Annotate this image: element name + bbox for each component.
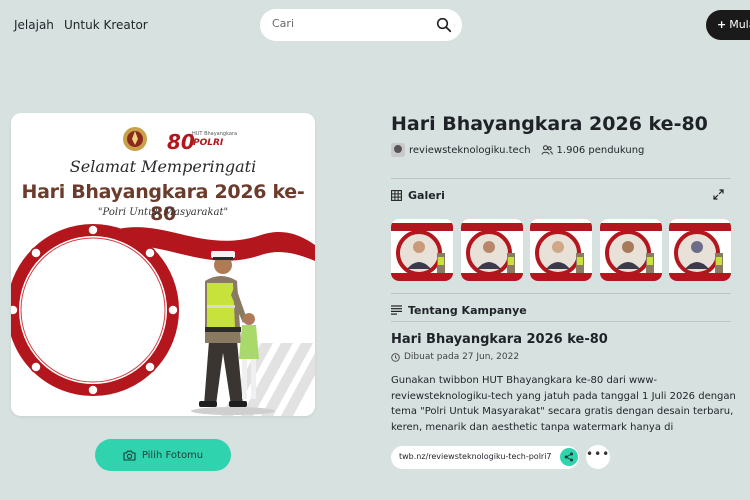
share-link[interactable]: twb.nz/reviewsteknologiku-tech-polri7	[391, 446, 579, 469]
creator-row: reviewsteknologiku.tech 1.906 pendukung	[391, 142, 644, 158]
people-icon	[541, 145, 553, 155]
nav-explore-link[interactable]: Jelajah	[14, 18, 54, 32]
share-icon	[564, 452, 573, 462]
gallery-heading-label: Galeri	[408, 188, 445, 202]
clock-icon	[391, 352, 400, 362]
camera-icon	[123, 450, 136, 461]
svg-text:80: 80	[167, 130, 195, 154]
svg-text:POLRI: POLRI	[193, 138, 224, 148]
created-date: Dibuat pada 27 Jun, 2022	[404, 352, 520, 362]
campaign-title: Hari Bhayangkara 2026 ke-80	[391, 113, 708, 135]
divider	[391, 293, 731, 294]
twibbon-preview: 80 HUT Bhayangkara POLRI Selamat Memperi…	[11, 113, 315, 416]
more-options-button[interactable]: •••	[586, 445, 610, 469]
search-input[interactable]	[272, 17, 422, 30]
gallery-thumbnail[interactable]	[530, 219, 592, 281]
about-heading-label: Tentang Kampanye	[408, 303, 527, 317]
text-lines-icon	[391, 305, 402, 315]
twibbon-slogan: "Polri Untuk Masyarakat"	[97, 207, 229, 218]
choose-photo-label: Pilih Fotomu	[141, 449, 204, 461]
twibbon-title: Hari Bhayangkara 2026 ke-80	[21, 181, 305, 225]
grid-icon	[391, 189, 402, 201]
gallery-thumbnail[interactable]	[391, 219, 453, 281]
gallery-thumbnail[interactable]	[599, 219, 662, 281]
more-icon: •••	[586, 447, 611, 461]
divider	[391, 178, 731, 179]
created-date-row: Dibuat pada 27 Jun, 2022	[391, 352, 519, 362]
polri-badge-logo	[123, 127, 147, 151]
gallery-thumbnail[interactable]	[460, 219, 523, 281]
anniversary-logo: 80 HUT Bhayangkara POLRI	[167, 130, 237, 154]
divider	[391, 321, 731, 322]
supporter-count: 1.906 pendukung	[556, 144, 645, 156]
create-campaign-label: Mulai	[729, 18, 750, 31]
about-title: Hari Bhayangkara 2026 ke-80	[391, 332, 608, 347]
expand-icon[interactable]	[713, 189, 724, 200]
plus-icon: +	[717, 18, 727, 31]
campaign-description: Gunakan twibbon HUT Bhayangkara ke-80 da…	[391, 375, 736, 433]
creator-name-link[interactable]: reviewsteknologiku.tech	[409, 145, 531, 156]
creator-avatar[interactable]	[391, 143, 405, 157]
choose-photo-button[interactable]: Pilih Fotomu	[95, 439, 231, 471]
share-button[interactable]	[560, 448, 578, 466]
twibbon-greeting: Selamat Memperingati	[69, 157, 257, 176]
gallery-heading: Galeri	[391, 187, 445, 203]
search-icon[interactable]	[436, 17, 452, 33]
share-link-text: twb.nz/reviewsteknologiku-tech-polri7	[399, 452, 552, 461]
svg-text:HUT Bhayangkara: HUT Bhayangkara	[192, 131, 237, 137]
nav-for-creators-link[interactable]: Untuk Kreator	[64, 18, 148, 32]
about-heading: Tentang Kampanye	[391, 302, 527, 318]
gallery-thumbnail[interactable]	[669, 219, 731, 281]
search-bar[interactable]	[260, 9, 462, 41]
create-campaign-button[interactable]: +Mulai	[706, 10, 750, 40]
